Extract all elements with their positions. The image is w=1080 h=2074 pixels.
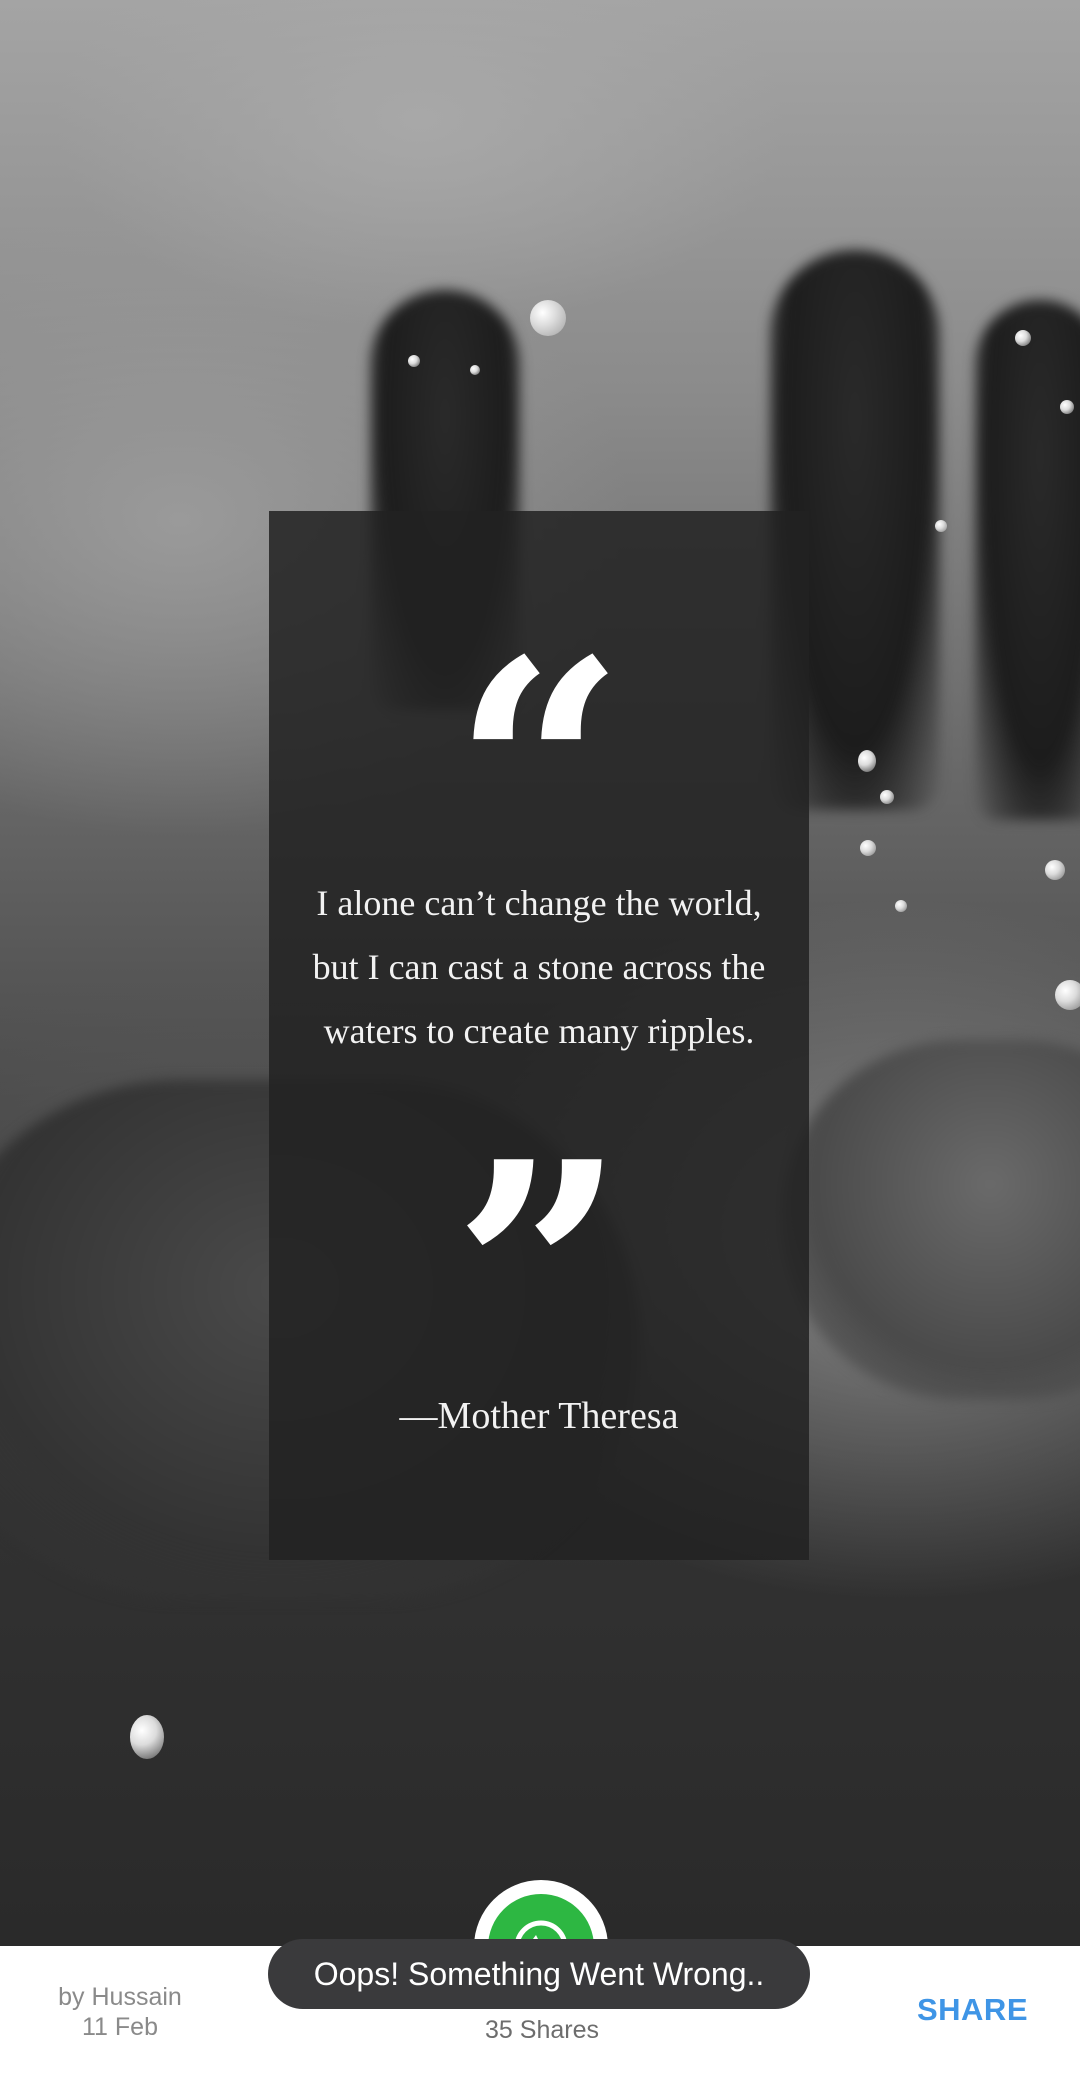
water-drop <box>858 750 876 772</box>
finger-shape <box>975 300 1080 820</box>
water-drop <box>1015 330 1031 346</box>
water-drop <box>1045 860 1065 880</box>
water-drop <box>530 300 566 336</box>
author-name: by Hussain <box>58 1983 182 2011</box>
palm-shape <box>780 1040 1080 1400</box>
water-drop <box>470 365 480 375</box>
post-meta: by Hussain 11 Feb <box>40 1982 200 2042</box>
quote-screen: “ I alone can’t change the world, but I … <box>0 0 1080 2074</box>
water-drop <box>1055 980 1080 1010</box>
close-quote-icon: ” <box>452 1096 626 1449</box>
shares-count: 35 Shares <box>485 2016 599 2044</box>
quote-author: —Mother Theresa <box>399 1395 679 1437</box>
water-drop <box>935 520 947 532</box>
water-drop <box>880 790 894 804</box>
water-drop <box>130 1715 164 1759</box>
water-drop <box>895 900 907 912</box>
water-drop <box>408 355 420 367</box>
quote-text: I alone can’t change the world, but I ca… <box>312 883 766 1051</box>
post-date: 11 Feb <box>82 2013 158 2041</box>
water-drop <box>1060 400 1074 414</box>
share-button[interactable]: SHARE <box>917 1992 1028 2028</box>
quote-card: “ I alone can’t change the world, but I … <box>269 511 809 1560</box>
water-drop <box>860 840 876 856</box>
error-toast: Oops! Something Went Wrong.. <box>268 1939 810 2009</box>
